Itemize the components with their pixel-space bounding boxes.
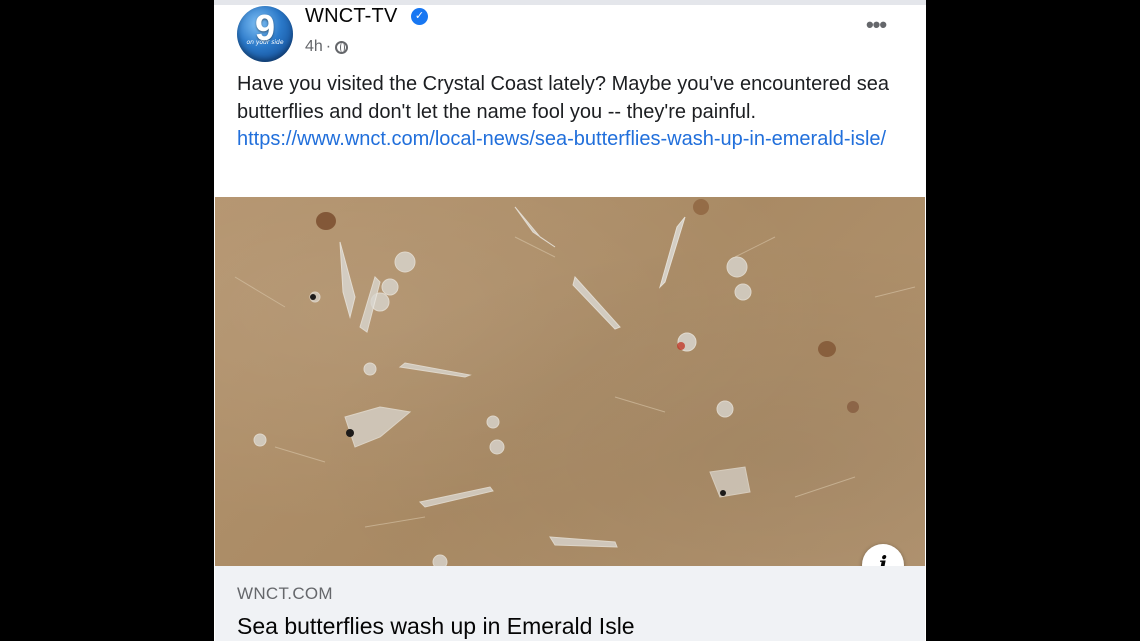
photo-speck [720,490,726,496]
photo-stain [693,199,709,215]
photo-fiber [614,396,666,413]
post-meta: 4h · [305,38,349,56]
sea-butterfly [344,406,412,448]
sea-butterfly [734,283,752,301]
sea-butterfly [381,278,399,296]
photo-fiber [274,446,326,463]
more-options-icon[interactable]: ••• [859,14,893,38]
sea-butterfly [709,466,751,498]
link-preview-image[interactable] [215,197,925,566]
photo-stain [818,341,836,357]
link-title[interactable]: Sea butterflies wash up in Emerald Isle [237,613,635,640]
link-preview-footer[interactable]: WNCT.COM Sea butterflies wash up in Emer… [215,566,925,641]
post-body-text: Have you visited the Crystal Coast latel… [237,73,889,123]
sea-butterfly [339,241,356,319]
sea-butterfly [394,251,416,273]
sea-butterfly [572,275,621,330]
sea-butterflies-photo [234,199,916,566]
photo-fiber [734,236,776,258]
photo-speck [677,342,685,350]
photo-fiber [234,276,286,308]
sea-butterfly [363,362,377,376]
photo-fiber [514,236,556,258]
photo-fiber [874,286,916,298]
sea-butterfly [549,536,618,548]
sea-butterfly [716,400,734,418]
sea-butterfly [489,439,505,455]
meta-separator: · [325,38,332,55]
facebook-post: 9 on your side WNCT-TV ✓ 4h · ••• Have y… [214,0,926,641]
sea-butterfly [658,216,686,289]
verified-badge-icon: ✓ [411,8,428,25]
photo-fiber [794,476,856,498]
sea-butterfly [253,433,267,447]
post-timestamp[interactable]: 4h [305,38,323,56]
post-article-link[interactable]: https://www.wnct.com/local-news/sea-butt… [237,126,902,154]
photo-speck [310,294,316,300]
globe-icon [335,40,349,54]
sea-butterfly [726,256,748,278]
sea-butterfly [514,206,556,248]
avatar-logo-tagline: on your side [246,39,284,46]
sea-butterfly [432,554,448,566]
sea-butterfly [398,362,472,378]
sea-butterfly [418,486,494,508]
link-domain: WNCT.COM [237,584,333,603]
photo-fiber [364,516,426,528]
photo-stain [316,212,336,230]
photo-speck [346,429,354,437]
photo-stain [847,401,859,413]
post-message: Have you visited the Crystal Coast latel… [237,71,902,154]
sea-butterfly [486,415,500,429]
page-name-link[interactable]: WNCT-TV [305,5,398,28]
page-avatar[interactable]: 9 on your side [237,6,293,62]
